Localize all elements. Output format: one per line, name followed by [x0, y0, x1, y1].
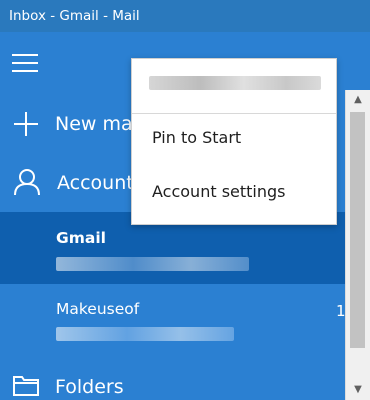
plus-icon[interactable] [14, 112, 38, 136]
account-name-makeuseof[interactable]: Makeuseof [56, 300, 139, 318]
account-context-menu: Pin to Start Account settings [131, 58, 337, 225]
account-email-redacted [56, 327, 234, 341]
scrollbar-thumb[interactable] [350, 112, 365, 348]
new-mail-label[interactable]: New mail [55, 113, 143, 135]
account-name-gmail: Gmail [56, 229, 106, 247]
scroll-up-arrow-icon[interactable]: ▲ [346, 92, 370, 108]
account-email-redacted [149, 76, 321, 90]
window-title: Inbox - Gmail - Mail [9, 8, 140, 24]
menu-item-pin-to-start[interactable]: Pin to Start [132, 114, 336, 162]
person-icon[interactable] [13, 168, 41, 196]
hamburger-menu-icon[interactable] [12, 54, 38, 72]
scroll-down-arrow-icon[interactable]: ▼ [346, 382, 370, 398]
account-email-redacted [56, 257, 249, 271]
folder-icon[interactable] [13, 374, 39, 396]
window-title-bar: Inbox - Gmail - Mail [0, 0, 370, 32]
pane-edge [345, 32, 370, 90]
vertical-scrollbar[interactable]: ▲ ▼ [345, 90, 370, 400]
menu-item-account-settings[interactable]: Account settings [132, 168, 336, 216]
folders-label[interactable]: Folders [55, 376, 124, 398]
